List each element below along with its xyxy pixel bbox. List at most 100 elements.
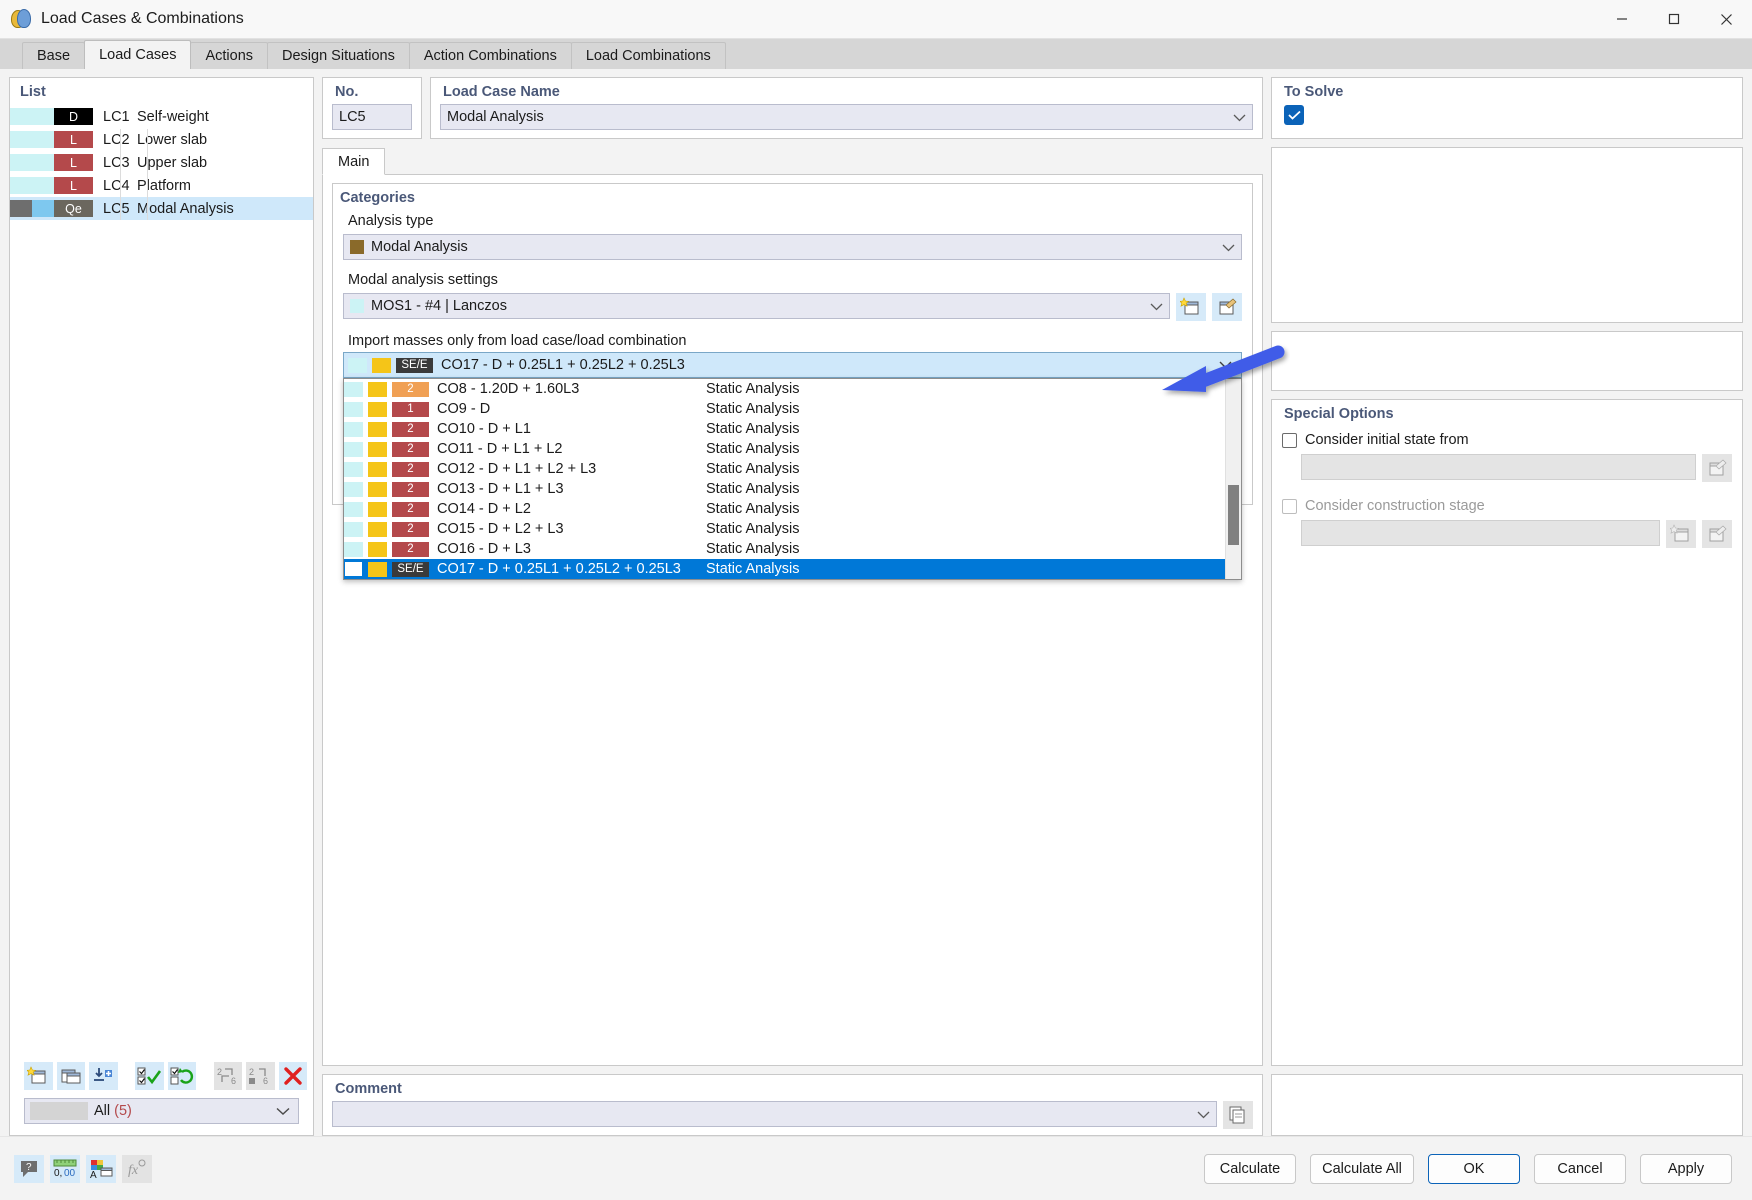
scrollbar-thumb[interactable] (1228, 485, 1239, 545)
list-item[interactable]: L LC2 Lower slab (10, 128, 313, 151)
to-solve-checkbox[interactable] (1284, 105, 1304, 125)
question-balloon-icon[interactable]: ? (14, 1154, 44, 1183)
list-item[interactable]: 2 CO14 - D + L2 Static Analysis (344, 499, 1225, 519)
import-masses-selected-row[interactable]: SE/E CO17 - D + 0.25L1 + 0.25L2 + 0.25L3 (343, 352, 1242, 378)
list-item[interactable]: L LC3 Upper slab (10, 151, 313, 174)
import-arrow-icon[interactable] (89, 1062, 118, 1090)
combination-badge: 2 (392, 541, 429, 557)
list-item[interactable]: L LC4 Platform (10, 174, 313, 197)
load-case-list-panel: List D LC1 Self-weight L LC2 Lower slab … (9, 77, 314, 1136)
chevron-down-icon[interactable] (1222, 240, 1235, 255)
color-swatch-icon (368, 461, 387, 477)
modal-settings-label: Modal analysis settings (348, 272, 498, 288)
tab-design-situations[interactable]: Design Situations (267, 42, 410, 69)
invert-selection-icon[interactable] (167, 1062, 196, 1090)
chevron-down-icon[interactable] (276, 1103, 290, 1120)
calculate-all-button[interactable]: Calculate All (1310, 1153, 1414, 1184)
list-item-selected[interactable]: Qe LC5 Modal Analysis (10, 197, 313, 220)
combination-badge: SE/E (396, 357, 433, 373)
action-category-badge: L (54, 177, 93, 194)
special-options-title: Special Options (1284, 406, 1394, 422)
tab-load-combinations[interactable]: Load Combinations (570, 42, 726, 69)
import-masses-label: Import masses only from load case/load c… (348, 333, 687, 349)
list-item[interactable]: 1 CO9 - D Static Analysis (344, 399, 1225, 419)
no-label: No. (335, 84, 359, 100)
tab-action-combinations[interactable]: Action Combinations (408, 42, 572, 69)
fx-icon: fx (122, 1154, 152, 1183)
dropdown-scrollbar[interactable] (1225, 379, 1241, 579)
list-column-divider (120, 129, 121, 220)
main-tab-panel: Categories Analysis type Modal Analysis … (322, 175, 1263, 1066)
consider-initial-state-label: Consider initial state from (1305, 432, 1469, 448)
maximize-button[interactable] (1648, 0, 1700, 39)
calculate-button[interactable]: Calculate (1204, 1153, 1296, 1184)
new-load-case-button[interactable] (24, 1062, 53, 1090)
load-case-name-input[interactable]: Modal Analysis (440, 104, 1253, 130)
list-title: List (20, 84, 46, 100)
list-item[interactable]: 2 CO15 - D + L2 + L3 Static Analysis (344, 519, 1225, 539)
minimize-button[interactable] (1596, 0, 1648, 39)
tab-load-cases[interactable]: Load Cases (84, 40, 192, 69)
tab-main[interactable]: Main (322, 148, 386, 175)
color-swatch-icon (344, 421, 363, 437)
red-x-icon[interactable] (278, 1062, 307, 1090)
cancel-button[interactable]: Cancel (1534, 1153, 1626, 1184)
load-case-name-label: Load Case Name (443, 84, 560, 100)
import-masses-value: CO17 - D + 0.25L1 + 0.25L2 + 0.25L3 (441, 357, 685, 373)
chevron-down-icon[interactable] (1233, 110, 1246, 125)
consider-initial-state-checkbox[interactable] (1282, 432, 1297, 448)
list-item[interactable]: 2 CO10 - D + L1 Static Analysis (344, 419, 1225, 439)
chevron-down-icon[interactable] (1150, 299, 1163, 314)
chevron-down-icon[interactable] (1197, 1107, 1210, 1122)
load-case-name: Self-weight (137, 108, 209, 125)
combination-name: CO8 - 1.20D + 1.60L3 (437, 381, 580, 397)
copy-pages-icon[interactable] (1223, 1101, 1253, 1129)
color-display-icon[interactable]: A (86, 1154, 116, 1183)
tab-base[interactable]: Base (22, 42, 86, 69)
to-solve-title: To Solve (1284, 84, 1344, 100)
analysis-type: Static Analysis (706, 401, 800, 417)
combination-badge: 2 (392, 481, 429, 497)
close-button[interactable] (1700, 0, 1752, 39)
no-input[interactable]: LC5 (332, 104, 412, 130)
ok-button[interactable]: OK (1428, 1153, 1520, 1184)
initial-state-row[interactable]: Consider initial state from (1282, 432, 1732, 448)
list-item[interactable]: 2 CO13 - D + L1 + L3 Static Analysis (344, 479, 1225, 499)
list-item-selected[interactable]: SE/E CO17 - D + 0.25L1 + 0.25L2 + 0.25L3… (344, 559, 1225, 579)
import-masses-combobox[interactable]: SE/E CO17 - D + 0.25L1 + 0.25L2 + 0.25L3 (343, 352, 1242, 580)
units-ruler-icon[interactable]: 0, 00 (50, 1154, 80, 1183)
list-filter-dropdown[interactable]: All (5) (24, 1098, 299, 1124)
copy-window-icon[interactable] (56, 1062, 85, 1090)
no-panel: No. LC5 (322, 77, 422, 139)
list-item[interactable]: 2 CO12 - D + L1 + L2 + L3 Static Analysi… (344, 459, 1225, 479)
chevron-down-icon[interactable] (1219, 357, 1232, 373)
svg-text:0,: 0, (54, 1168, 62, 1179)
color-swatch-icon (368, 561, 387, 577)
color-swatch-icon (32, 108, 54, 125)
filter-label: All (5) (94, 1103, 132, 1119)
new-modal-settings-button[interactable] (1176, 293, 1206, 321)
analysis-type: Static Analysis (706, 561, 800, 577)
combination-name: CO15 - D + L2 + L3 (437, 521, 564, 537)
modal-settings-select[interactable]: MOS1 - #4 | Lanczos (343, 293, 1170, 319)
title-bar: Load Cases & Combinations (0, 0, 1752, 39)
load-case-name: Upper slab (137, 154, 208, 171)
comment-input[interactable] (332, 1101, 1217, 1127)
combination-name: CO16 - D + L3 (437, 541, 531, 557)
check-all-icon[interactable] (135, 1062, 164, 1090)
list-item[interactable]: 2 CO11 - D + L1 + L2 Static Analysis (344, 439, 1225, 459)
analysis-type-label: Analysis type (348, 213, 434, 229)
apply-button[interactable]: Apply (1640, 1153, 1732, 1184)
list-item[interactable]: 2 CO16 - D + L3 Static Analysis (344, 539, 1225, 559)
list-item[interactable]: D LC1 Self-weight (10, 105, 313, 128)
list-item[interactable]: 2 CO8 - 1.20D + 1.60L3 Static Analysis (344, 379, 1225, 399)
combination-name: CO11 - D + L1 + L2 (437, 441, 563, 457)
color-swatch-icon (344, 481, 363, 497)
edit-modal-settings-button[interactable] (1212, 293, 1242, 321)
import-masses-dropdown-list[interactable]: 2 CO8 - 1.20D + 1.60L3 Static Analysis 1 (343, 378, 1242, 580)
analysis-type-color-icon (350, 240, 364, 254)
tab-actions[interactable]: Actions (190, 42, 269, 69)
analysis-type-select[interactable]: Modal Analysis (343, 234, 1242, 260)
load-case-no: LC5 (103, 200, 130, 217)
analysis-type: Static Analysis (706, 461, 800, 477)
